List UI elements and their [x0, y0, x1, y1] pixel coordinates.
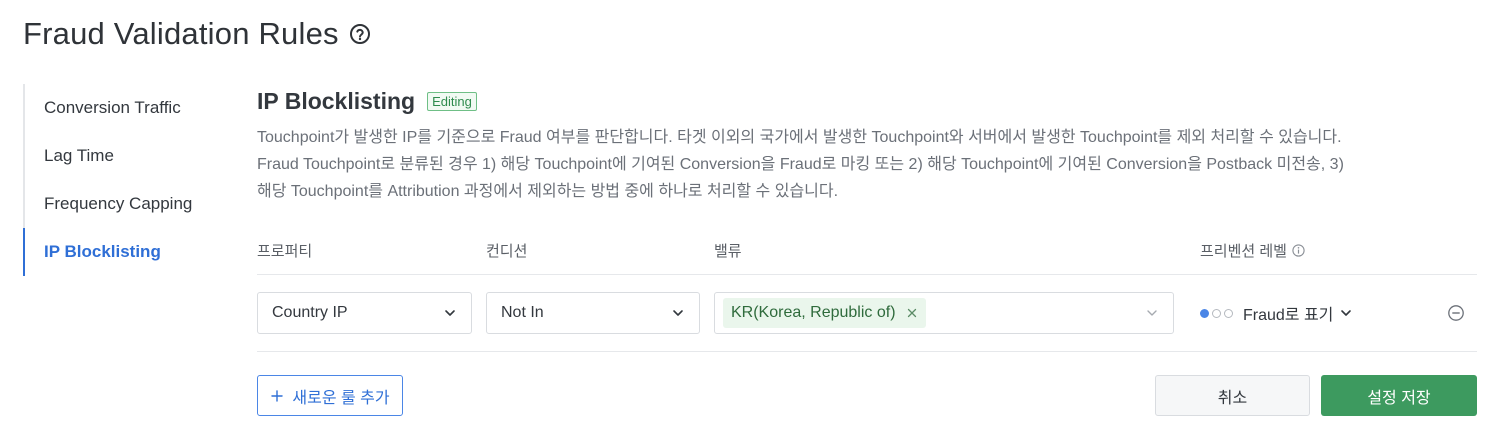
page-header: Fraud Validation Rules: [23, 14, 371, 54]
sidebar-item-label: Conversion Traffic: [44, 98, 181, 117]
sidebar: Conversion Traffic Lag Time Frequency Ca…: [23, 84, 223, 276]
chevron-down-icon: [1145, 306, 1159, 320]
prevention-level-dropdown[interactable]: Fraud로 표기: [1200, 292, 1353, 334]
column-header-value: 밸류: [714, 243, 742, 260]
value-tag-label: KR(Korea, Republic of): [731, 304, 896, 321]
value-multiselect[interactable]: KR(Korea, Republic of): [714, 292, 1174, 334]
chevron-down-icon: [1339, 306, 1353, 320]
info-icon[interactable]: [1292, 244, 1305, 257]
cancel-button[interactable]: 취소: [1155, 375, 1310, 416]
prevention-level-indicator: [1200, 308, 1233, 318]
chevron-down-icon: [443, 306, 457, 320]
condition-select[interactable]: Not In: [486, 292, 700, 334]
section-title: IP Blocklisting: [257, 87, 416, 114]
property-select-value: Country IP: [272, 304, 348, 321]
sidebar-item-ip-blocklisting[interactable]: IP Blocklisting: [23, 228, 223, 276]
row-divider: [257, 351, 1477, 352]
question-circle-icon[interactable]: [349, 23, 371, 45]
remove-row-icon[interactable]: [1447, 304, 1465, 322]
add-rule-button[interactable]: 새로운 룰 추가: [257, 375, 403, 416]
sidebar-item-frequency-capping[interactable]: Frequency Capping: [25, 180, 223, 228]
section-description: Touchpoint가 발생한 IP를 기준으로 Fraud 여부를 판단합니다…: [257, 129, 1344, 200]
save-settings-button[interactable]: 설정 저장: [1321, 375, 1477, 416]
rule-editor: IP Blocklisting Editing Touchpoint가 발생한 …: [257, 84, 1477, 416]
plus-icon: [270, 389, 284, 403]
sidebar-item-conversion-traffic[interactable]: Conversion Traffic: [25, 84, 223, 132]
chevron-down-icon: [671, 306, 685, 320]
level-dot: [1200, 308, 1209, 318]
level-dot: [1224, 308, 1233, 318]
prevention-level-value: Fraud로 표기: [1243, 307, 1334, 324]
close-icon[interactable]: [906, 307, 918, 319]
add-rule-label: 새로운 룰 추가: [292, 389, 390, 407]
sidebar-item-label: Lag Time: [44, 146, 114, 165]
column-header-prevention-level: 프리벤션 레벨: [1200, 240, 1305, 261]
page-title: Fraud Validation Rules: [23, 16, 339, 51]
value-tag: KR(Korea, Republic of): [723, 298, 926, 328]
property-select[interactable]: Country IP: [257, 292, 472, 334]
section-header: IP Blocklisting Editing: [257, 84, 1477, 118]
sidebar-item-label: IP Blocklisting: [44, 242, 161, 261]
status-badge: Editing: [427, 91, 477, 111]
column-header-condition: 컨디션: [486, 243, 528, 260]
column-header-label: 프리벤션 레벨: [1200, 243, 1287, 260]
level-dot: [1212, 308, 1221, 318]
header-divider: [257, 274, 1477, 275]
column-header-property: 프로퍼티: [257, 243, 313, 260]
sidebar-item-label: Frequency Capping: [44, 194, 193, 213]
condition-select-value: Not In: [501, 304, 544, 321]
sidebar-item-lag-time[interactable]: Lag Time: [25, 132, 223, 180]
